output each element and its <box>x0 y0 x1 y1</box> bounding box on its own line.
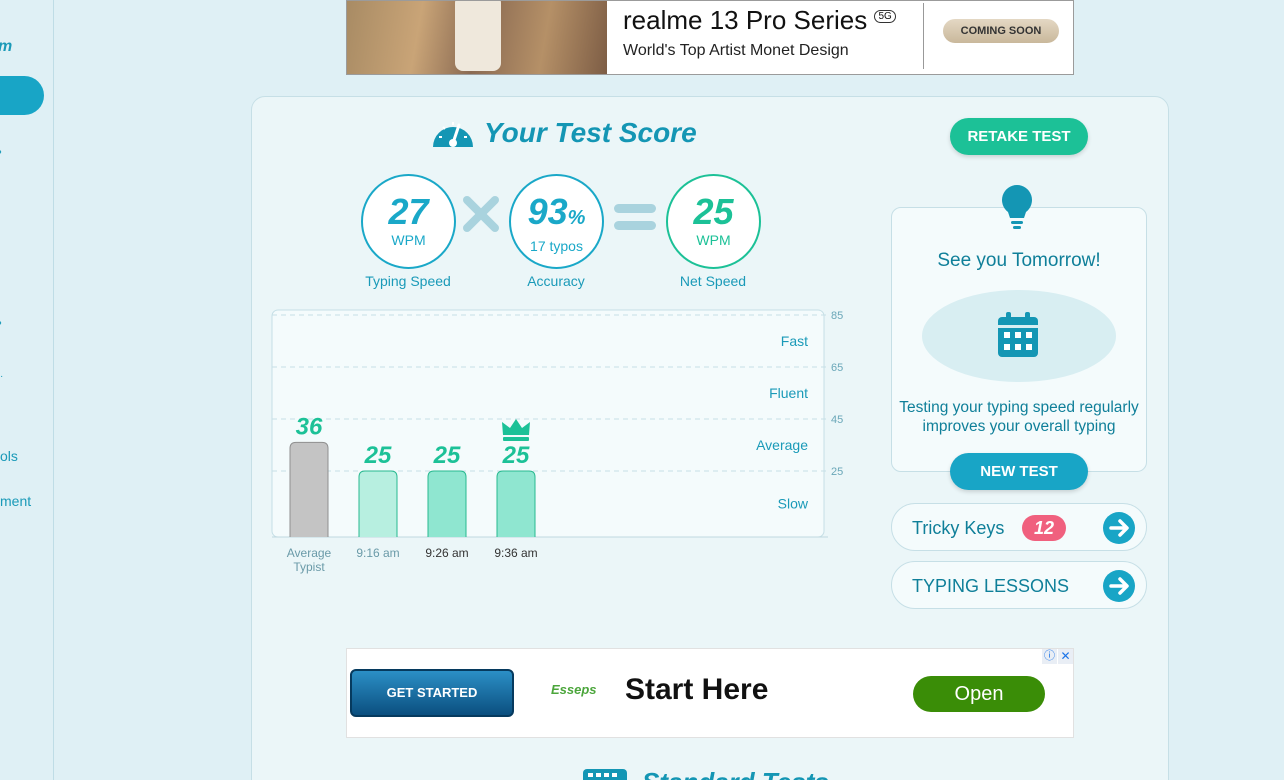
chart-category-label: 9:26 am <box>425 546 468 560</box>
see-you-tomorrow-panel: See you Tomorrow! Testing your typing sp… <box>891 207 1147 472</box>
chart-plot-area <box>271 309 825 538</box>
sidebar-item-tools[interactable]: ols <box>0 448 18 464</box>
arrow-right-icon[interactable] <box>1102 511 1136 545</box>
ad-product-image <box>347 1 607 74</box>
sidebar: m › › · ols ment <box>0 0 54 780</box>
ad-open-button[interactable]: Open <box>913 676 1045 712</box>
chevron-right-icon[interactable]: › <box>0 141 2 162</box>
ad-title: Start Here <box>625 673 769 706</box>
standard-tests-title: Standard Tests <box>642 767 829 780</box>
tricky-keys-label: Tricky Keys <box>912 518 1005 538</box>
chart-y-tick: 65 <box>831 362 843 374</box>
top-advertisement[interactable]: realme 13 Pro Series 5G World's Top Arti… <box>346 0 1074 75</box>
tricky-keys-link[interactable]: Tricky Keys 12 <box>891 503 1147 551</box>
standard-tests-heading: Standard Tests <box>582 767 829 780</box>
lightbulb-icon <box>1002 185 1032 229</box>
ad-coming-soon-button[interactable]: COMING SOON <box>943 19 1059 43</box>
typing-lessons-label: TYPING LESSONS <box>912 576 1070 596</box>
typing-lessons-link[interactable]: TYPING LESSONS <box>891 561 1147 609</box>
ad-logo: Esseps <box>551 682 597 697</box>
chart-bar-value: 25 <box>502 442 530 469</box>
chart-band-label: Fast <box>781 333 808 349</box>
chart-y-tick: 45 <box>831 414 843 426</box>
chart-category-label: Average <box>287 546 332 560</box>
chart-band-label: Fluent <box>769 385 808 401</box>
tomorrow-message: Testing your typing speed regularly impr… <box>899 399 1139 435</box>
ad-5g-badge: 5G <box>874 10 896 24</box>
chevron-right-icon[interactable]: › <box>0 312 2 333</box>
tomorrow-title: See you Tomorrow! <box>937 250 1101 271</box>
sidebar-logo-fragment[interactable]: m <box>0 38 12 56</box>
chart-y-tick: 85 <box>831 310 843 322</box>
chart-bar <box>427 470 467 537</box>
chart-band-label: Slow <box>778 496 809 512</box>
chart-bar-value: 25 <box>364 442 392 469</box>
sidebar-dot: · <box>0 371 4 382</box>
chart-category-label: 9:36 am <box>494 546 537 560</box>
chart-category-label: Typist <box>293 560 325 574</box>
ad-get-started-button[interactable]: GET STARTED <box>350 669 514 717</box>
ad-divider <box>923 3 924 69</box>
new-test-button[interactable]: NEW TEST <box>950 453 1088 490</box>
chart-bar <box>358 470 398 537</box>
crown-base <box>503 437 529 441</box>
chart-bar-value: 25 <box>433 442 461 469</box>
sidebar-item-improvement[interactable]: ment <box>0 493 31 509</box>
retake-test-button[interactable]: RETAKE TEST <box>950 118 1088 155</box>
chart-bar <box>496 470 536 537</box>
bottom-advertisement[interactable]: GET STARTED Esseps Start Here Open ⓘ ✕ <box>346 648 1074 738</box>
chart-bar <box>289 441 329 537</box>
ad-close-icon[interactable]: ✕ <box>1058 649 1073 664</box>
chart-y-tick: 25 <box>831 466 843 478</box>
arrow-right-icon[interactable] <box>1102 569 1136 603</box>
tricky-keys-count-badge: 12 <box>1022 515 1066 541</box>
keyboard-icon <box>583 769 627 780</box>
speed-chart: 25 45 65 85 Fast Fluent Average Slow 36 Average… <box>271 309 843 574</box>
chart-bar-value: 36 <box>296 413 323 440</box>
ad-info-icon[interactable]: ⓘ <box>1042 649 1057 664</box>
chart-category-label: 9:16 am <box>356 546 399 560</box>
ad-tagline: World's Top Artist Monet Design <box>623 42 849 59</box>
chart-band-label: Average <box>756 437 808 453</box>
calendar-icon <box>998 312 1038 357</box>
sidebar-active-item[interactable] <box>0 76 44 115</box>
